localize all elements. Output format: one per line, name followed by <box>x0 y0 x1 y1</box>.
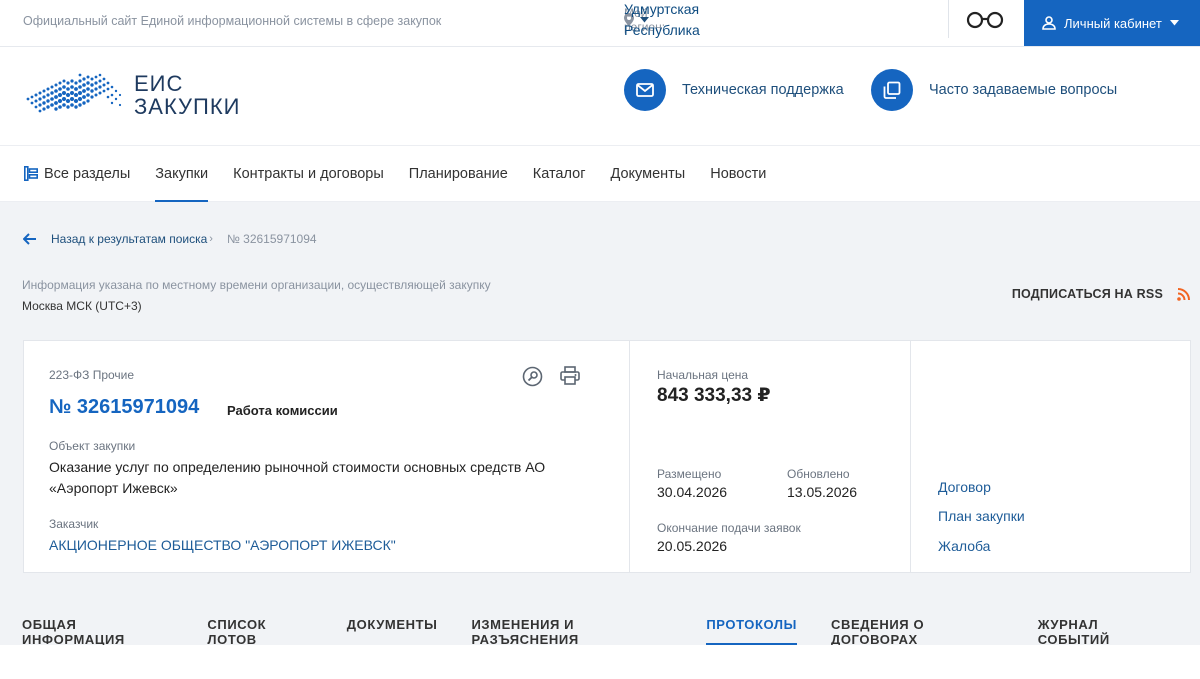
customer-label: Заказчик <box>49 517 99 531</box>
region-selector[interactable]: Мой регион: Удмуртская Республика <box>624 1 700 38</box>
nav-planning[interactable]: Планирование <box>409 146 508 202</box>
object-line1: Оказание услуг по определению рыночной с… <box>49 459 546 475</box>
price-label: Начальная цена <box>657 368 749 382</box>
nav-news[interactable]: Новости <box>710 146 766 202</box>
tab-event-log[interactable]: ЖУРНАЛ СОБЫТИЙ <box>1038 604 1166 647</box>
mail-icon <box>624 69 666 111</box>
tab-changes[interactable]: ИЗМЕНЕНИЯ И РАЗЪЯСНЕНИЯ <box>471 604 672 647</box>
card-actions <box>522 366 580 387</box>
deadline-date: 20.05.2026 <box>657 538 728 554</box>
timezone-value: Москва МСК (UTC+3) <box>22 299 142 313</box>
object-label: Объект закупки <box>49 439 136 453</box>
divider <box>948 0 949 38</box>
nav-catalog[interactable]: Каталог <box>533 146 586 202</box>
tech-support-link[interactable]: Техническая поддержка <box>624 69 844 111</box>
tab-contracts-info[interactable]: СВЕДЕНИЯ О ДОГОВОРАХ <box>831 604 1004 647</box>
posted-label: Размещено <box>657 467 722 481</box>
tech-support-label: Техническая поддержка <box>682 82 844 98</box>
rss-subscribe-link[interactable]: ПОДПИСАТЬСЯ НА RSS <box>1012 287 1190 301</box>
logo-line2: ЗАКУПКИ <box>134 94 241 119</box>
object-line2: «Аэропорт Ижевск» <box>49 480 178 496</box>
search-document-icon[interactable] <box>522 366 543 387</box>
cabinet-label: Личный кабинет <box>1064 15 1162 31</box>
rss-label: ПОДПИСАТЬСЯ НА RSS <box>1011 287 1163 301</box>
eis-logo[interactable]: ЕИС ЗАКУПКИ <box>24 69 240 121</box>
purchase-number[interactable]: № 32615971094 <box>49 396 199 419</box>
purchase-price-dates: Начальная цена 843 333,33 ₽ Размещено 30… <box>630 341 911 572</box>
purchase-card: 223-ФЗ Прочие № 32615971094 Работа комис… <box>23 340 1191 573</box>
purchase-plan-link[interactable]: План закупки <box>938 508 1025 524</box>
nav-documents[interactable]: Документы <box>610 146 685 202</box>
breadcrumb-chevron-icon: › <box>209 233 213 245</box>
rss-icon <box>1177 287 1190 301</box>
chevron-down-icon <box>1169 20 1179 26</box>
tab-general-info[interactable]: ОБЩАЯ ИНФОРМАЦИЯ <box>22 604 173 647</box>
logo-text: ЕИС ЗАКУПКИ <box>134 72 240 118</box>
region-value[interactable]: Удмуртская Республика <box>624 0 700 41</box>
accessibility-glasses-icon[interactable] <box>966 11 1004 29</box>
tab-documents[interactable]: ДОКУМЕНТЫ <box>347 604 438 645</box>
deadline-label: Окончание подачи заявок <box>657 521 801 535</box>
purchase-stage: Работа комиссии <box>227 403 338 418</box>
contract-link[interactable]: Договор <box>938 479 991 495</box>
updated-date: 13.05.2026 <box>787 484 858 500</box>
updated-label: Обновлено <box>787 467 850 481</box>
purchase-tabs: ОБЩАЯ ИНФОРМАЦИЯ СПИСОК ЛОТОВ ДОКУМЕНТЫ … <box>0 604 1200 647</box>
back-to-results-link[interactable]: Назад к результатам поиска <box>51 232 207 246</box>
main-content: Назад к результатам поиска › № 326159710… <box>0 202 1200 647</box>
tab-lots-list[interactable]: СПИСОК ЛОТОВ <box>207 604 312 647</box>
personal-cabinet-button[interactable]: Личный кабинет <box>1024 0 1200 46</box>
purchase-main-info: 223-ФЗ Прочие № 32615971094 Работа комис… <box>24 341 630 572</box>
customer-link[interactable]: АКЦИОНЕРНОЕ ОБЩЕСТВО "АЭРОПОРТ ИЖЕВСК" <box>49 535 396 556</box>
sections-icon <box>24 166 38 181</box>
faq-icon <box>871 69 913 111</box>
site-title: Официальный сайт Единой информационной с… <box>23 14 442 28</box>
page-bottom <box>0 645 1200 679</box>
faq-link[interactable]: Часто задаваемые вопросы <box>871 69 1117 111</box>
nav-contracts[interactable]: Контракты и договоры <box>233 146 384 202</box>
nav-all-sections[interactable]: Все разделы <box>24 146 130 202</box>
posted-date: 30.04.2026 <box>657 484 728 500</box>
complaint-link[interactable]: Жалоба <box>938 538 990 554</box>
user-icon <box>1042 16 1056 30</box>
timezone-info: Информация указана по местному времени о… <box>22 278 491 292</box>
arrow-left-icon[interactable] <box>23 233 37 245</box>
print-icon[interactable] <box>560 366 580 385</box>
law-type: 223-ФЗ Прочие <box>49 368 135 382</box>
initial-price: 843 333,33 ₽ <box>657 385 771 406</box>
russia-map-dots-icon <box>26 73 122 113</box>
faq-label: Часто задаваемые вопросы <box>929 82 1118 98</box>
logo-line1: ЕИС <box>134 70 184 96</box>
breadcrumb-current: № 32615971094 <box>226 232 317 246</box>
nav-purchases[interactable]: Закупки <box>155 146 208 203</box>
breadcrumb: Назад к результатам поиска › № 326159710… <box>23 232 317 246</box>
header: ЕИС ЗАКУПКИ Техническая поддержка Часто … <box>0 47 1200 146</box>
top-bar: Официальный сайт Единой информационной с… <box>0 0 1200 47</box>
nav-label: Все разделы <box>44 165 131 182</box>
purchase-related-links: Договор План закупки Жалоба <box>911 341 1190 572</box>
tab-protocols[interactable]: ПРОТОКОЛЫ <box>706 604 797 645</box>
main-nav: Все разделы Закупки Контракты и договоры… <box>0 146 1200 203</box>
